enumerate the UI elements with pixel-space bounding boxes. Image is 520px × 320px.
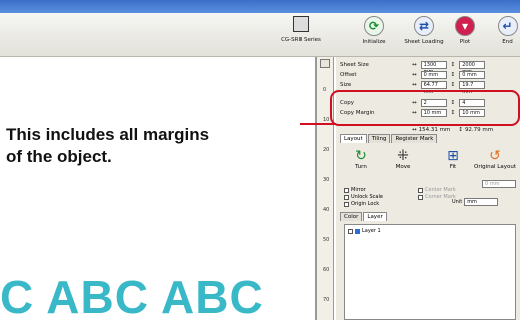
highlight-box [330, 90, 520, 126]
layer-visible-checkbox[interactable] [348, 228, 353, 234]
tab-layout[interactable]: Layout [340, 134, 367, 143]
unlock-scale-label: Unlock Scale [351, 194, 383, 200]
size-w-field[interactable]: 64.77 mm [420, 80, 447, 95]
original-layout-button[interactable]: ↺ Original Layout [474, 148, 516, 170]
turn-label: Turn [355, 164, 367, 170]
checkbox-box [418, 194, 423, 200]
mirror-checkbox[interactable]: Mirror [344, 187, 366, 193]
tab-color[interactable]: Color [340, 212, 363, 221]
unit-select[interactable]: Unit mm [452, 198, 499, 206]
total-height-value: 92.79 mm [464, 126, 494, 133]
initialize-button[interactable]: ⟳ Initialize [354, 16, 394, 45]
return-icon: ↵ [497, 16, 518, 36]
plot-label: Plot [459, 39, 471, 45]
offset-y-field[interactable]: 0 mm [459, 70, 486, 79]
checkbox-box [344, 201, 349, 207]
ruler-tick: 30 [323, 177, 330, 183]
center-mark-label: Center Mark [425, 187, 456, 193]
toolbar: CG-SRⅢ Series ⟳ Initialize ⇄ Sheet Loadi… [0, 13, 520, 57]
layer-color-swatch [355, 228, 360, 234]
size-row: Size ↔ 64.77 mm ↕ 19.7 mm [340, 80, 486, 95]
color-layer-tabs: Color Layer [340, 212, 388, 221]
layer-list: Layer 1 [344, 224, 516, 320]
layout-tabs: Layout Tiling Register Mark [340, 134, 438, 143]
tab-layer[interactable]: Layer [363, 212, 387, 221]
ruler-tick: 20 [323, 147, 330, 153]
callout-text: This includes all margins of the object. [6, 124, 209, 168]
size-h-field[interactable]: 19.7 mm [459, 80, 486, 95]
total-width-value: 154.31 mm [418, 126, 451, 133]
refresh-icon: ⟳ [364, 16, 384, 36]
canvas-artwork-text: C ABC ABC [0, 271, 264, 320]
fit-label: Fit [449, 164, 457, 170]
sheet-loading-button[interactable]: ⇄ Sheet Loading [404, 16, 444, 45]
checkbox-box [344, 194, 349, 200]
end-label: End [502, 39, 513, 45]
corner-mark-checkbox[interactable]: Corner Mark [418, 194, 456, 200]
turn-button[interactable]: ↻ Turn [346, 148, 376, 170]
fit-button[interactable]: ⊞ Fit [438, 148, 468, 170]
move-button[interactable]: ⁜ Move [388, 148, 418, 170]
device-model: CG-SRⅢ Series [278, 16, 324, 43]
plotter-icon [293, 16, 309, 32]
offset-x-field[interactable]: 0 mm [420, 70, 447, 79]
tab-tiling[interactable]: Tiling [367, 134, 391, 143]
totals-row: ↔ 154.31 mm ↕ 92.79 mm [412, 126, 494, 133]
size-label: Size [340, 81, 352, 88]
ruler-tick: 40 [323, 207, 330, 213]
corner-value-field[interactable]: 0 mm [482, 180, 516, 188]
origin-lock-label: Origin Lock [351, 201, 380, 207]
original-layout-icon: ↺ [489, 148, 501, 164]
fit-icon: ⊞ [447, 148, 459, 164]
tab-register-mark[interactable]: Register Mark [391, 134, 438, 143]
sheet-size-w-field[interactable]: 1300 mm [420, 60, 447, 75]
ruler-scroll-up-button[interactable] [320, 59, 330, 68]
device-model-label: CG-SRⅢ Series [281, 37, 321, 43]
mirror-label: Mirror [351, 187, 366, 193]
sheet-loading-icon: ⇄ [414, 16, 434, 36]
sheet-loading-label: Sheet Loading [404, 39, 444, 45]
ruler-tick: 60 [323, 267, 330, 273]
move-icon: ⁜ [397, 148, 409, 164]
screen: CG-SRⅢ Series ⟳ Initialize ⇄ Sheet Loadi… [0, 0, 520, 320]
move-label: Move [395, 164, 411, 170]
rotate-icon: ↻ [355, 148, 367, 164]
title-bar [0, 0, 520, 13]
unit-value: mm [464, 198, 499, 206]
offset-label: Offset [340, 71, 357, 78]
plot-button[interactable]: ▾ Plot [452, 16, 478, 45]
plot-icon: ▾ [455, 16, 475, 36]
unit-label: Unit [452, 199, 463, 205]
callout-line-2: of the object. [6, 147, 112, 166]
callout-leader-line [300, 123, 336, 125]
center-mark-checkbox[interactable]: Center Mark [418, 187, 456, 193]
checkbox-box [418, 187, 423, 193]
end-button[interactable]: ↵ End [495, 16, 520, 45]
corner-value: 0 mm [482, 180, 516, 188]
sheet-size-row: Sheet Size ↔1300 mm ↕2000 mm [340, 60, 486, 75]
initialize-label: Initialize [362, 39, 386, 45]
origin-lock-checkbox[interactable]: Origin Lock [344, 201, 379, 207]
layer-name: Layer 1 [362, 228, 381, 234]
offset-row: Offset ↔ 0 mm ↕ 0 mm [340, 70, 486, 79]
ruler-tick: 70 [323, 297, 330, 303]
ruler-tick: 0 [323, 87, 327, 93]
callout-line-1: This includes all margins [6, 125, 210, 144]
checkbox-box [344, 187, 349, 193]
layer-item[interactable]: Layer 1 [348, 228, 381, 234]
sheet-size-h-field[interactable]: 2000 mm [459, 60, 486, 75]
unlock-scale-checkbox[interactable]: Unlock Scale [344, 194, 383, 200]
ruler-tick: 50 [323, 237, 330, 243]
sheet-size-label: Sheet Size [340, 61, 369, 68]
original-layout-label: Original Layout [474, 164, 516, 170]
